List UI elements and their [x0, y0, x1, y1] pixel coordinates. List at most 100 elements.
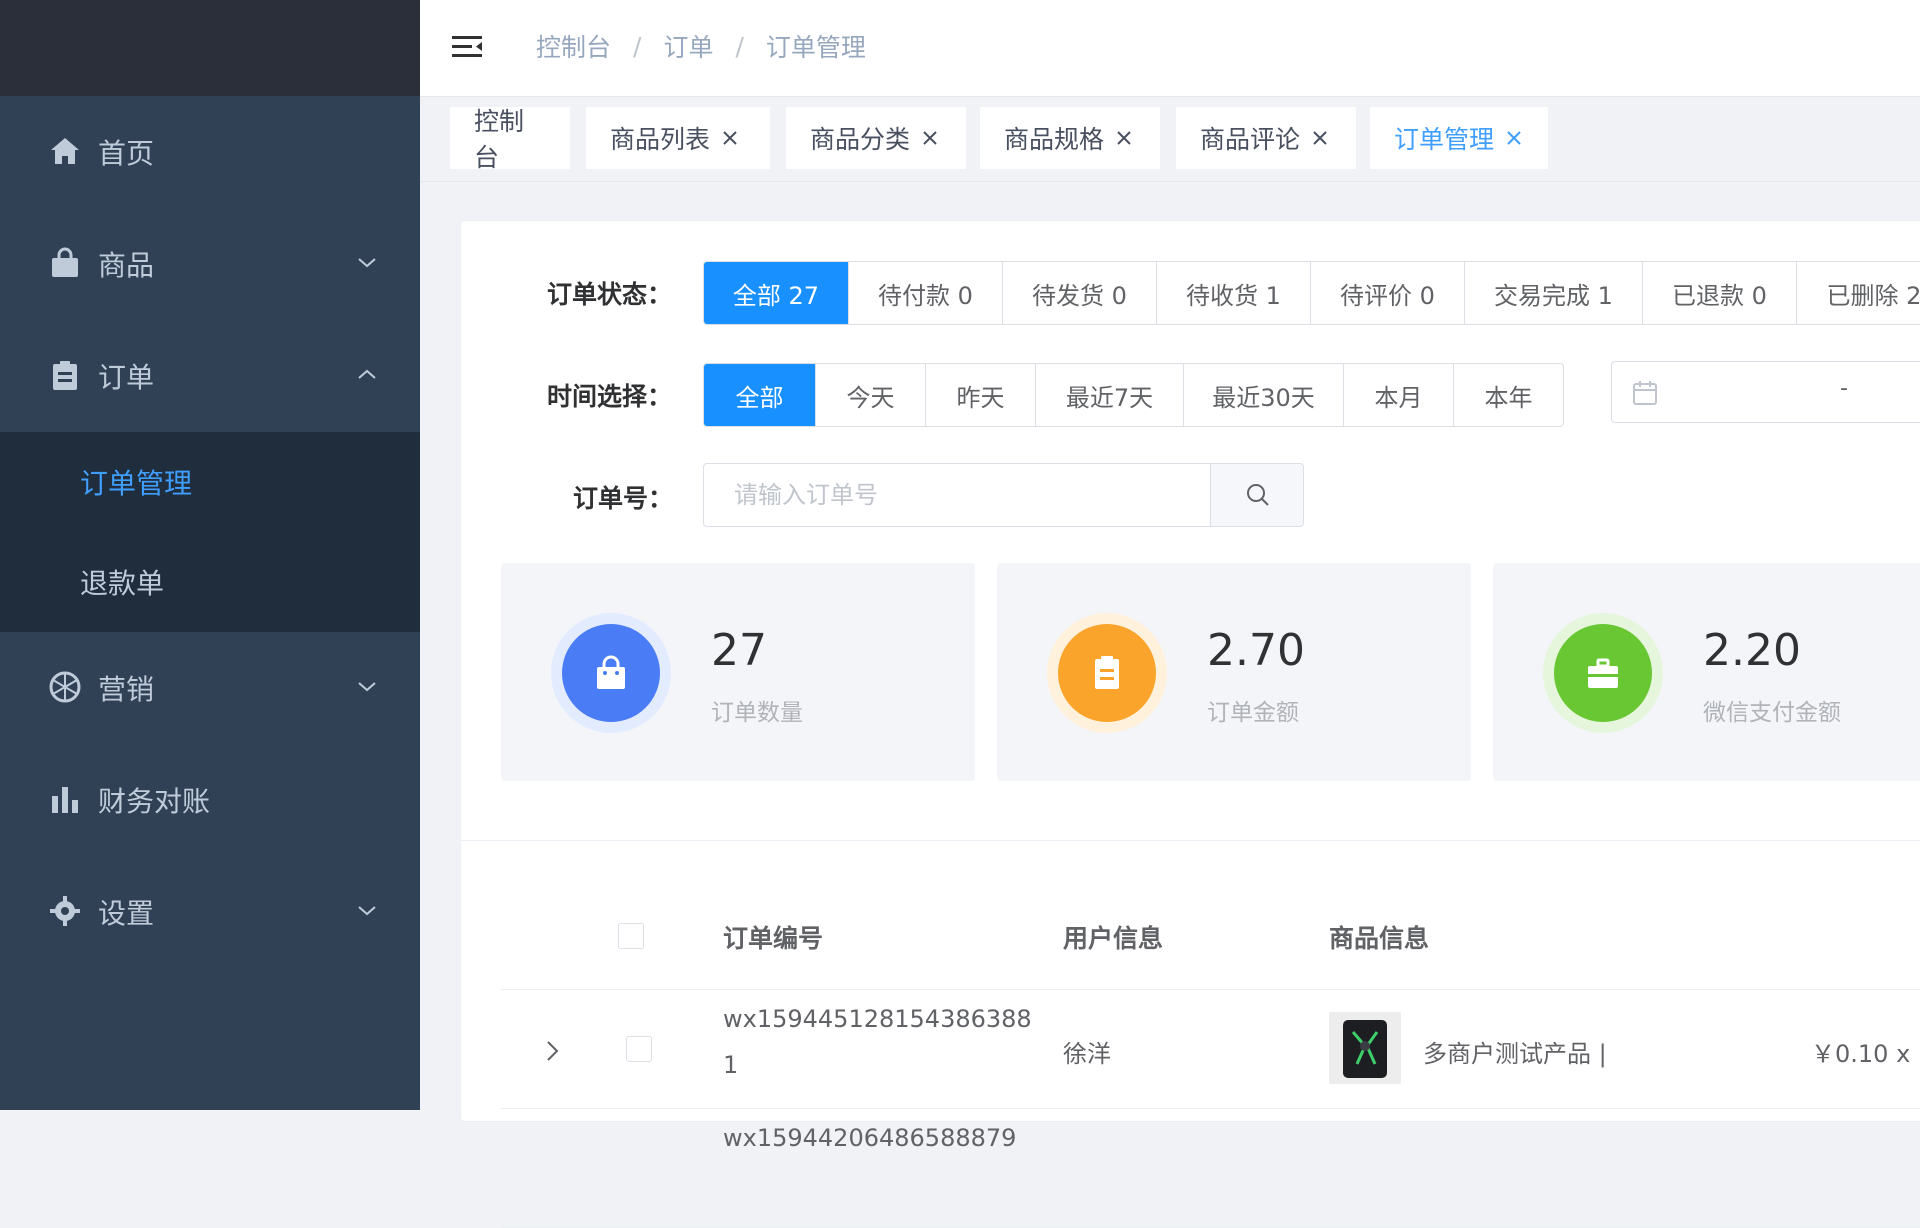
status-option-unshipped[interactable]: 待发货 0 — [1003, 262, 1157, 324]
time-filter-group: 全部 今天 昨天 最近7天 最近30天 本月 本年 — [703, 363, 1564, 427]
stat-card-order-amount: 2.70 订单金额 — [997, 563, 1471, 781]
sidebar-item-label: 商品 — [98, 249, 155, 282]
close-icon[interactable] — [1116, 130, 1132, 146]
time-option-7days[interactable]: 最近7天 — [1036, 364, 1184, 426]
close-icon[interactable] — [922, 130, 938, 146]
clipboard-icon — [53, 361, 77, 390]
breadcrumb-item[interactable]: 订单 — [663, 28, 713, 64]
order-table: 订单编号 用户信息 商品信息 wx1594451281543863881 徐洋 … — [501, 881, 1920, 1228]
chevron-up-icon — [358, 369, 376, 379]
product-price: ￥0.10 x 1 — [1811, 1040, 1920, 1068]
tag-label: 商品规格 — [1004, 125, 1105, 154]
stat-icon-ring — [551, 613, 671, 733]
aperture-icon — [49, 671, 81, 703]
date-range-picker[interactable]: - — [1611, 361, 1920, 423]
stat-icon-circle — [1554, 624, 1652, 722]
sidebar-item-goods[interactable]: 商品 — [0, 208, 420, 320]
search-button[interactable] — [1210, 463, 1304, 527]
tag-label: 订单管理 — [1394, 125, 1495, 154]
order-no-label: 订单号： — [573, 484, 674, 513]
stat-icon-circle — [562, 624, 660, 722]
chevron-down-icon — [358, 906, 376, 916]
sidebar-item-label: 订单 — [98, 361, 155, 394]
chevron-down-icon — [358, 682, 376, 692]
column-header: 商品信息 — [1329, 924, 1430, 953]
close-icon[interactable] — [1312, 130, 1328, 146]
sidebar-item-finance[interactable]: 财务对账 — [0, 744, 420, 856]
tag-goods-spec[interactable]: 商品规格 — [980, 107, 1160, 169]
chevron-down-icon — [358, 258, 376, 268]
sidebar-item-label: 首页 — [98, 137, 155, 170]
stat-value: 2.70 — [1207, 625, 1305, 676]
stat-label: 订单金额 — [1207, 700, 1299, 726]
tag-dashboard[interactable]: 控制台 — [450, 107, 570, 172]
sidebar-item-home[interactable]: 首页 — [0, 96, 420, 208]
stat-label: 微信支付金额 — [1703, 700, 1841, 726]
column-header: 订单编号 — [723, 924, 824, 953]
row-checkbox[interactable] — [626, 1036, 652, 1062]
logo-bar — [0, 0, 420, 96]
search-icon — [1247, 484, 1269, 506]
tag-label: 商品分类 — [810, 125, 911, 154]
time-option-today[interactable]: 今天 — [816, 364, 926, 426]
status-option-all[interactable]: 全部 27 — [704, 262, 849, 324]
tag-goods-list[interactable]: 商品列表 — [586, 107, 770, 169]
table-row[interactable]: wx1594451281543863881 徐洋 多商户测试产品 | ￥0.10… — [501, 990, 1920, 1109]
product-name: 多商户测试产品 | — [1423, 1040, 1607, 1068]
sidebar-item-settings[interactable]: 设置 — [0, 856, 420, 968]
divider — [461, 840, 1920, 841]
close-icon[interactable] — [1506, 130, 1522, 146]
sidebar-subitem-refund[interactable]: 退款单 — [0, 532, 420, 632]
shopping-bag-icon — [597, 655, 625, 689]
time-option-30days[interactable]: 最近30天 — [1184, 364, 1344, 426]
calendar-icon — [1633, 381, 1657, 405]
breadcrumb-item: 订单管理 — [765, 33, 866, 62]
time-filter-label: 时间选择： — [547, 382, 673, 411]
tag-label: 商品评论 — [1200, 125, 1301, 154]
stat-icon-ring — [1047, 613, 1167, 733]
tag-label: 控制台 — [474, 107, 525, 172]
tag-label: 商品列表 — [610, 125, 711, 154]
tag-order-manage[interactable]: 订单管理 — [1370, 107, 1548, 169]
sidebar-subitem-order-manage[interactable]: 订单管理 — [0, 432, 420, 532]
order-no-input[interactable] — [703, 463, 1211, 527]
time-option-yesterday[interactable]: 昨天 — [926, 364, 1036, 426]
gear-icon — [50, 896, 80, 926]
table-header: 订单编号 用户信息 商品信息 — [501, 881, 1920, 990]
phone-image — [1343, 1020, 1387, 1078]
status-option-completed[interactable]: 交易完成 1 — [1465, 262, 1643, 324]
close-icon[interactable] — [722, 130, 738, 146]
stat-icon-ring — [1543, 613, 1663, 733]
status-option-unpaid[interactable]: 待付款 0 — [849, 262, 1003, 324]
sidebar-nav: 首页 商品 订单 订单管理 退款单 营销 财务对账 设置 — [0, 96, 420, 968]
table-row[interactable]: wx15944206486588879 — [501, 1109, 1920, 1228]
breadcrumb-separator: / — [633, 31, 642, 61]
date-range-separator: - — [1840, 376, 1848, 401]
sidebar-item-marketing[interactable]: 营销 — [0, 632, 420, 744]
stat-card-order-count: 27 订单数量 — [501, 563, 975, 781]
status-option-refunded[interactable]: 已退款 0 — [1643, 262, 1797, 324]
stat-icon-circle — [1058, 624, 1156, 722]
bar-chart-icon — [52, 787, 78, 813]
menu-fold-icon[interactable] — [450, 30, 484, 64]
time-option-year[interactable]: 本年 — [1454, 364, 1563, 426]
briefcase-icon — [1588, 658, 1618, 688]
breadcrumb: 控制台 / 订单 / 订单管理 — [536, 28, 866, 64]
tag-goods-comment[interactable]: 商品评论 — [1176, 107, 1356, 169]
chevron-right-icon[interactable] — [545, 1040, 561, 1062]
time-option-all[interactable]: 全部 — [704, 364, 816, 426]
order-submenu: 订单管理 退款单 — [0, 432, 420, 632]
sidebar-item-order[interactable]: 订单 — [0, 320, 420, 432]
status-option-unreceived[interactable]: 待收货 1 — [1157, 262, 1311, 324]
status-option-deleted[interactable]: 已删除 2 — [1797, 262, 1920, 324]
order-number: wx1594451281543863881 — [723, 1005, 1032, 1079]
product-thumbnail — [1329, 1012, 1401, 1084]
tags-view: 控制台 商品列表 商品分类 商品规格 商品评论 订单管理 — [420, 97, 1920, 182]
breadcrumb-item[interactable]: 控制台 — [536, 28, 611, 64]
status-option-unreviewed[interactable]: 待评价 0 — [1311, 262, 1465, 324]
sidebar-item-label: 营销 — [98, 673, 155, 706]
time-option-month[interactable]: 本月 — [1344, 364, 1454, 426]
select-all-checkbox[interactable] — [618, 923, 644, 949]
stat-value: 2.20 — [1703, 625, 1801, 676]
tag-goods-category[interactable]: 商品分类 — [786, 107, 966, 169]
